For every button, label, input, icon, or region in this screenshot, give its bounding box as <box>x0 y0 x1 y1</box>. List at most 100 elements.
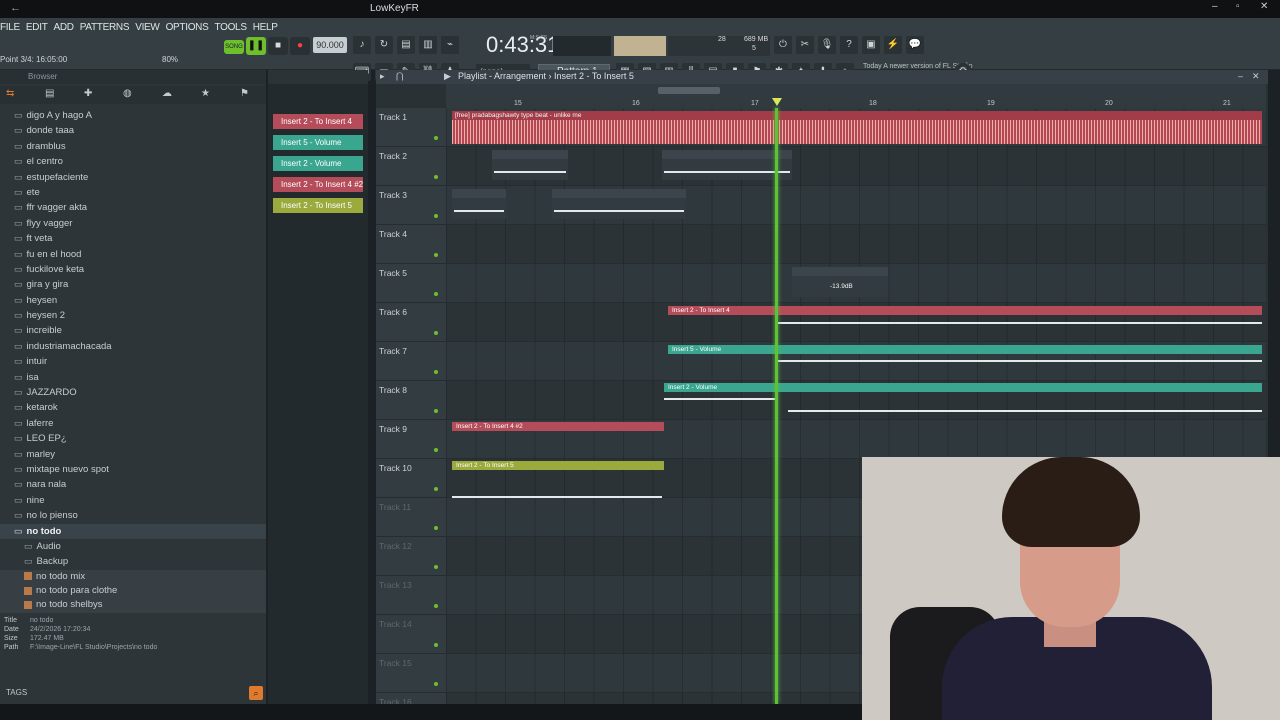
browser-folder[interactable]: ▭ fuckilove keta <box>0 262 266 277</box>
close-icon[interactable]: ✕ <box>1260 1 1268 12</box>
back-arrow-icon[interactable]: ← <box>10 2 21 14</box>
track-mute-led[interactable] <box>434 136 438 140</box>
browser-file[interactable]: no todo para clothe <box>0 584 266 599</box>
menu-patterns[interactable]: PATTERNS <box>80 22 130 33</box>
browser-folder[interactable]: ▭ marley <box>0 447 266 462</box>
browser-folder[interactable]: ▭ ffr vagger akta <box>0 200 266 215</box>
track-header[interactable]: Track 14 <box>376 615 446 654</box>
playlist-menu-icon[interactable]: ▸ <box>380 71 385 82</box>
track-header[interactable]: Track 4 <box>376 225 446 264</box>
track-mute-led[interactable] <box>434 526 438 530</box>
browser-online-icon[interactable]: ◍ <box>123 88 132 99</box>
browser-subfolder[interactable]: ▭ Audio <box>0 539 266 554</box>
menu-file[interactable]: FILE <box>0 22 20 33</box>
wait-input-icon[interactable]: ▥ <box>419 36 437 54</box>
browser-folder[interactable]: ▭ isa <box>0 370 266 385</box>
playlist-close-icon[interactable]: ✕ <box>1252 71 1260 82</box>
menu-view[interactable]: VIEW <box>135 22 160 33</box>
track-header[interactable]: Track 2 <box>376 147 446 186</box>
tempo-display[interactable]: 90.000 <box>313 37 347 53</box>
magnet-icon[interactable]: ⋂ <box>396 71 403 82</box>
loop-record-icon[interactable]: ↻ <box>375 36 393 54</box>
browser-folder[interactable]: ▭ flyy vagger <box>0 216 266 231</box>
browser-folder[interactable]: ▭ fu en el hood <box>0 247 266 262</box>
browser-folder[interactable]: ▭ heysen 2 <box>0 308 266 323</box>
browser-folder[interactable]: ▭ industriamachacada <box>0 339 266 354</box>
track-header[interactable]: Track 3 <box>376 186 446 225</box>
menu-options[interactable]: OPTIONS <box>166 22 209 33</box>
track-mute-led[interactable] <box>434 409 438 413</box>
audio-clip[interactable]: untitled_2026-04-12 12-39-56_Insert 1 <box>662 150 792 180</box>
audio-clip[interactable]: untitled_2026_6_Insert 1 #2 -13.9dB <box>792 267 888 297</box>
song-mode-button[interactable]: SONG <box>224 40 244 54</box>
browser-file[interactable]: no todo mix <box>0 569 266 585</box>
browser-folder[interactable]: ▭ dramblus <box>0 139 266 154</box>
cpu-power-icon[interactable]: ⏻ <box>774 36 792 54</box>
browser-nav-icon[interactable]: ⇆ <box>6 88 14 99</box>
horizontal-scrollbar[interactable] <box>658 87 720 94</box>
track-mute-led[interactable] <box>434 331 438 335</box>
track-mute-led[interactable] <box>434 448 438 452</box>
track-mute-led[interactable] <box>434 682 438 686</box>
timeline-ruler[interactable]: 15 16 17 18 19 20 21 <box>446 84 1266 108</box>
browser-folder[interactable]: ▭ digo A y hago A <box>0 108 266 123</box>
browser-folder[interactable]: ▭ laferre <box>0 416 266 431</box>
browser-folder[interactable]: ▭ heysen <box>0 293 266 308</box>
track-mute-led[interactable] <box>434 565 438 569</box>
audio-clip[interactable]: untitle_sert 1 <box>452 189 506 219</box>
track-header[interactable]: Track 12 <box>376 537 446 576</box>
playhead-marker[interactable] <box>772 98 782 106</box>
menu-add[interactable]: ADD <box>54 22 75 33</box>
automation-clip[interactable]: Insert 5 - Volume <box>668 345 1262 354</box>
audio-clip[interactable]: untitled_2_3_Insert 1 <box>492 150 568 180</box>
track-mute-led[interactable] <box>434 604 438 608</box>
countdown-icon[interactable]: ⌁ <box>441 36 459 54</box>
menu-help[interactable]: HELP <box>253 22 278 33</box>
audio-clip[interactable]: untitled_2026-04-12 12-39-17_Insert 1 <box>552 189 686 219</box>
record-button[interactable]: ● <box>290 37 310 55</box>
track-header[interactable]: Track 1 <box>376 108 446 147</box>
tags-label[interactable]: TAGS <box>6 688 27 697</box>
browser-folder[interactable]: ▭ ketarok <box>0 400 266 415</box>
menu-edit[interactable]: EDIT <box>26 22 48 33</box>
browser-folder[interactable]: ▭ ete <box>0 185 266 200</box>
track-header[interactable]: Track 7 <box>376 342 446 381</box>
audio-clip[interactable]: [free] pradabagshawty type beat - unlike… <box>452 111 1262 144</box>
browser-folder[interactable]: ▭ no lo pienso <box>0 508 266 523</box>
track-mute-led[interactable] <box>434 175 438 179</box>
help-icon[interactable]: ? <box>840 36 858 54</box>
clip-list-item[interactable]: Insert 2 - To Insert 5 <box>273 198 363 213</box>
metronome-icon[interactable]: ♪ <box>353 36 371 54</box>
track-mute-led[interactable] <box>434 487 438 491</box>
track-header[interactable]: Track 9 <box>376 420 446 459</box>
browser-files-icon[interactable]: ▤ <box>45 88 54 99</box>
time-display[interactable]: 0:43:31 <box>486 32 559 58</box>
plugin-icon[interactable]: ⚡ <box>884 36 902 54</box>
track-header[interactable]: Track 5 <box>376 264 446 303</box>
stop-button[interactable]: ■ <box>268 37 288 55</box>
browser-folder[interactable]: ▭ mixtape nuevo spot <box>0 462 266 477</box>
panic-icon[interactable]: ✂ <box>796 36 814 54</box>
automation-clip[interactable]: Insert 2 - To Insert 4 <box>668 306 1262 315</box>
chat-icon[interactable]: 💬 <box>906 36 924 54</box>
browser-favorites-icon[interactable]: ★ <box>201 88 210 99</box>
minimize-icon[interactable]: – <box>1212 1 1218 12</box>
track-mute-led[interactable] <box>434 214 438 218</box>
browser-folder[interactable]: ▭ el centro <box>0 154 266 169</box>
browser-folder[interactable]: ▭ intuir <box>0 354 266 369</box>
browser-folder[interactable]: ▭ LEO EP¿ <box>0 431 266 446</box>
browser-tag-icon[interactable]: ⚑ <box>240 88 249 99</box>
playlist-minimize-icon[interactable]: – <box>1238 71 1243 81</box>
browser-plugins-icon[interactable]: ✚ <box>84 88 92 99</box>
play-button[interactable]: ❚❚ <box>246 37 266 55</box>
browser-folder[interactable]: ▭ JAZZARDO <box>0 385 266 400</box>
track-mute-led[interactable] <box>434 370 438 374</box>
menu-tools[interactable]: TOOLS <box>214 22 247 33</box>
browser-file[interactable]: no todo shelbys <box>0 598 266 613</box>
track-mute-led[interactable] <box>434 292 438 296</box>
browser-folder[interactable]: ▭ increible <box>0 323 266 338</box>
track-header[interactable]: Track 15 <box>376 654 446 693</box>
search-icon[interactable]: ⌕ <box>249 686 263 700</box>
play-clip-icon[interactable]: ▶ <box>444 71 451 82</box>
maximize-icon[interactable]: ▫ <box>1236 1 1240 12</box>
